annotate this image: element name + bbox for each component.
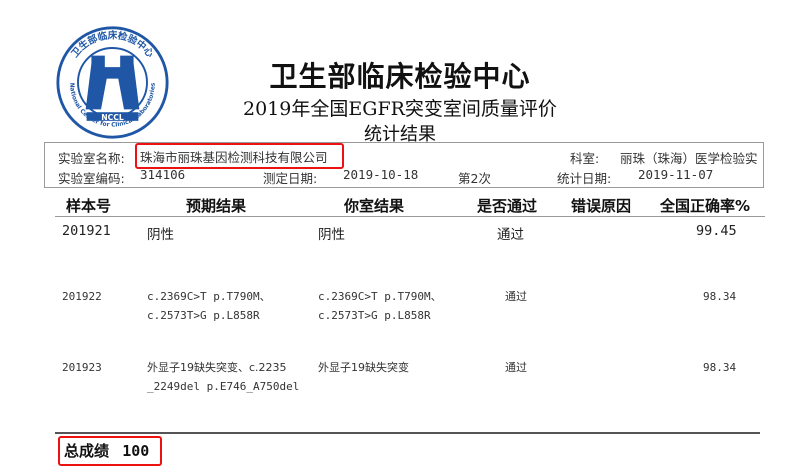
lab-code-label: 实验室编码: xyxy=(58,171,125,186)
dept-label: 科室: xyxy=(570,151,600,166)
test-round: 第2次 xyxy=(458,171,491,186)
row3-pass: 通过 xyxy=(505,361,527,374)
table-bottom-rule xyxy=(55,432,760,434)
row3-yours-line1: 外显子19缺失突变 xyxy=(318,361,409,374)
row3-rate: 98.34 xyxy=(703,361,737,374)
row3-sample: 201923 xyxy=(62,361,102,374)
row1-sample: 201921 xyxy=(62,223,111,239)
row3-expected-line1: 外显子19缺失突变、c.2235 xyxy=(147,361,287,374)
row1-rate: 99.45 xyxy=(696,223,737,239)
lab-name-label: 实验室名称: xyxy=(58,151,125,166)
col-header-pass: 是否通过 xyxy=(477,197,538,215)
row2-rate: 98.34 xyxy=(703,290,737,303)
test-date-value: 2019-10-18 xyxy=(343,167,419,182)
row1-yours: 阴性 xyxy=(318,227,345,243)
table-header-rule xyxy=(55,216,765,217)
stat-date-value: 2019-11-07 xyxy=(638,167,714,182)
col-header-rate: 全国正确率% xyxy=(660,197,751,215)
stat-date-label: 统计日期: xyxy=(557,171,612,186)
row2-expected-line2: c.2573T>G p.L858R xyxy=(147,309,260,322)
test-date-label: 测定日期: xyxy=(263,171,318,186)
total-score-highlight-box xyxy=(58,436,162,466)
col-header-yours: 你室结果 xyxy=(344,197,405,215)
row1-pass: 通过 xyxy=(497,227,524,243)
row3-expected-line2: _2249del p.E746_A750del xyxy=(147,380,300,393)
col-header-expected: 预期结果 xyxy=(186,197,247,215)
lab-name-highlight-box xyxy=(135,143,344,169)
row2-yours-line1: c.2369C>T p.T790M、 xyxy=(318,290,442,303)
col-header-reason: 错误原因 xyxy=(571,197,632,215)
row2-sample: 201922 xyxy=(62,290,102,303)
row2-expected-line1: c.2369C>T p.T790M、 xyxy=(147,290,271,303)
page-title: 卫生部临床检验中心 xyxy=(269,60,531,93)
col-header-sample: 样本号 xyxy=(66,197,112,215)
lab-code-value: 314106 xyxy=(140,167,186,182)
dept-value: 丽珠（珠海）医学检验实 xyxy=(620,151,758,166)
row1-expected: 阴性 xyxy=(147,227,174,243)
row2-yours-line2: c.2573T>G p.L858R xyxy=(318,309,431,322)
row2-pass: 通过 xyxy=(505,290,527,303)
page-subtitle: 2019年全国EGFR突变室间质量评价 xyxy=(243,98,557,120)
